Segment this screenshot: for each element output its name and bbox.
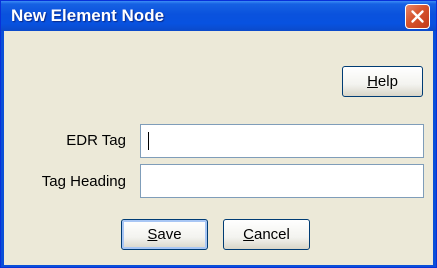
dialog-body: Help EDR Tag Tag Heading Save Cancel (4, 31, 433, 265)
cancel-button[interactable]: Cancel (223, 219, 310, 250)
save-label-rest: ave (157, 226, 182, 243)
save-mnemonic: S (147, 226, 158, 243)
window-title: New Element Node (11, 6, 165, 25)
help-button[interactable]: Help (342, 66, 423, 97)
tag-heading-input[interactable] (140, 164, 424, 198)
edr-tag-input[interactable] (140, 124, 424, 158)
help-mnemonic: H (367, 73, 378, 90)
save-button[interactable]: Save (121, 219, 208, 250)
title-bar[interactable]: New Element Node (1, 1, 436, 31)
tag-heading-label: Tag Heading (41, 173, 126, 190)
help-label-rest: elp (377, 73, 398, 90)
text-caret (148, 132, 149, 150)
cancel-label-rest: ancel (253, 226, 290, 243)
cancel-mnemonic: C (243, 226, 254, 243)
edr-tag-label: EDR Tag (66, 132, 126, 149)
dialog-window: New Element Node Help EDR Tag Tag Headin… (0, 0, 437, 268)
close-button[interactable] (405, 4, 430, 29)
close-icon (411, 10, 424, 23)
